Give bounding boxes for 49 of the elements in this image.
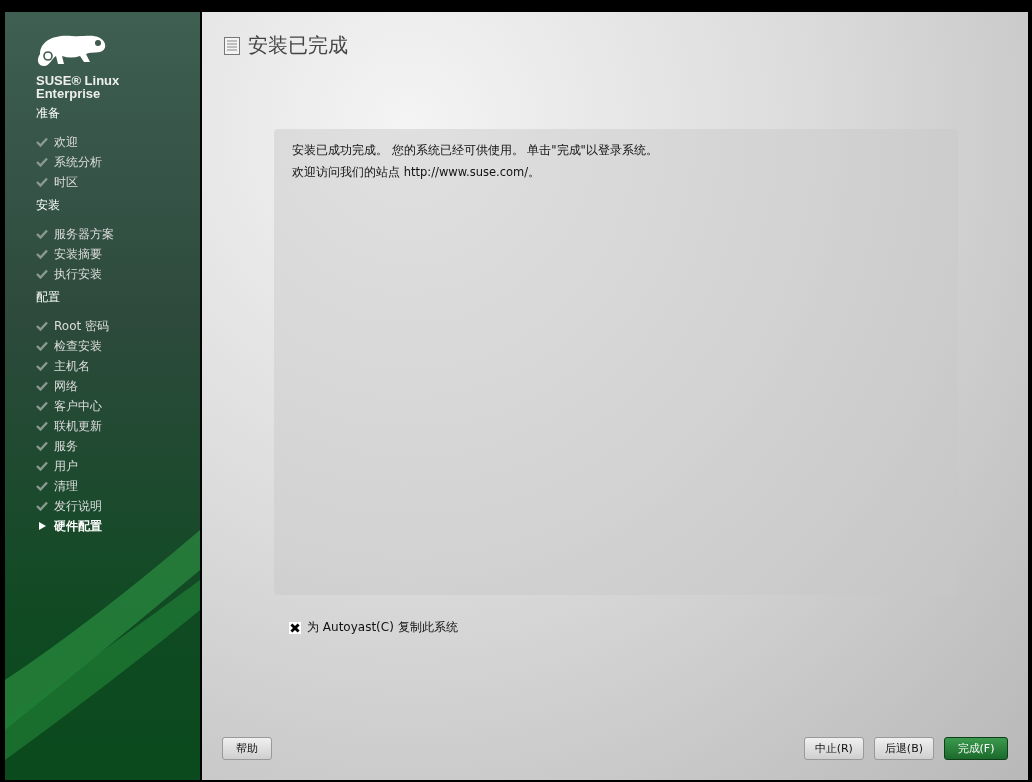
- check-icon: [36, 229, 48, 239]
- step-heading: 配置: [36, 289, 61, 306]
- step-label: Root 密码: [54, 317, 109, 335]
- step-label: 执行安装: [54, 265, 102, 283]
- check-icon: [36, 361, 48, 371]
- step-label: 安装摘要: [54, 245, 102, 263]
- check-icon: [36, 501, 48, 511]
- page-title: 安装已完成: [248, 32, 348, 59]
- check-icon: [36, 421, 48, 431]
- action-button[interactable]: 中止(R): [803, 737, 864, 760]
- checkbox-label: 为 Autoyast(C) 复制此系统: [307, 619, 458, 636]
- check-icon: [36, 269, 48, 279]
- step-label: 主机名: [54, 357, 90, 375]
- help-button[interactable]: 帮助: [222, 737, 272, 760]
- step-label: 欢迎: [54, 133, 78, 151]
- check-icon: [36, 461, 48, 471]
- step-label: 时区: [54, 173, 78, 191]
- step-label: 服务: [54, 437, 78, 455]
- step-label: 客户中心: [54, 397, 102, 415]
- checkbox[interactable]: [289, 621, 301, 634]
- check-icon: [36, 249, 48, 259]
- check-icon: [36, 401, 48, 411]
- arrow-icon: [36, 521, 48, 531]
- step-label: 系统分析: [54, 153, 102, 171]
- step-label: 检查安装: [54, 337, 102, 355]
- action-button[interactable]: 完成(F): [944, 737, 1008, 760]
- step-label: 用户: [54, 457, 78, 475]
- step-label: 发行说明: [54, 497, 102, 515]
- step-label: 联机更新: [54, 417, 102, 435]
- check-icon: [36, 441, 48, 451]
- check-icon: [36, 321, 48, 331]
- check-icon: [36, 381, 48, 391]
- logo-text: SUSE® Linux: [36, 74, 121, 87]
- check-icon: [36, 481, 48, 491]
- check-icon: [36, 177, 48, 187]
- message-text: 欢迎访问我们的站点 http://www.suse.com/。: [292, 165, 542, 179]
- check-icon: [36, 137, 48, 147]
- check-icon: [36, 341, 48, 351]
- message-text: 安装已成功完成。 您的系统已经可供使用。 单击"完成"以登录系统。: [292, 143, 659, 157]
- action-button[interactable]: 后退(B): [873, 737, 934, 760]
- step-label: 网络: [54, 377, 78, 395]
- step-label: 硬件配置: [54, 517, 102, 535]
- logo-text: Enterprise: [36, 87, 102, 100]
- step-heading: 准备: [36, 105, 61, 122]
- step-label: 清理: [54, 477, 78, 495]
- check-icon: [36, 157, 48, 167]
- step-label: 服务器方案: [54, 225, 114, 243]
- document-icon: [224, 36, 240, 55]
- step-heading: 安装: [36, 197, 61, 214]
